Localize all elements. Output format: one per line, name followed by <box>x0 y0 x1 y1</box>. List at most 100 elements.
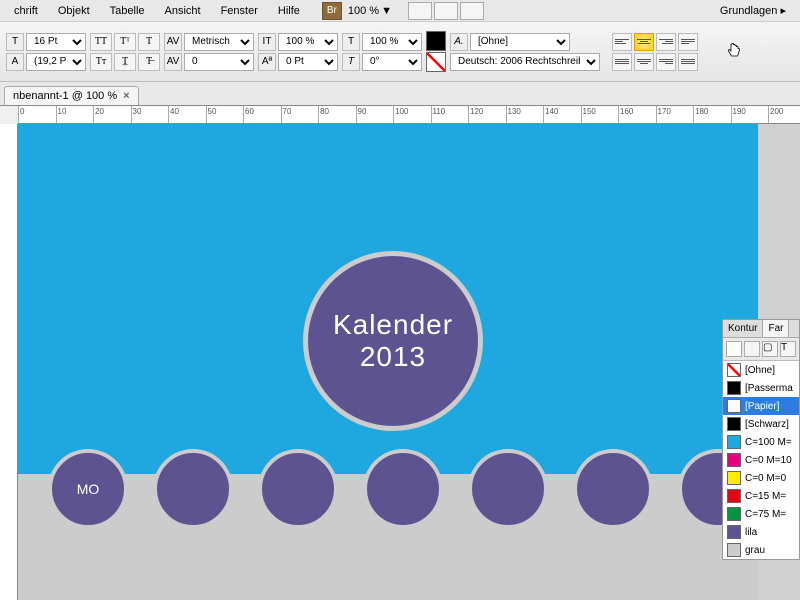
justify-right-button[interactable] <box>656 53 676 71</box>
workspace: Kalender 2013 MO Kontur Far ▢ T [Ohne] [P… <box>0 124 800 600</box>
swatch-label: [Passerma <box>745 383 793 394</box>
swatch-color-icon <box>727 381 741 395</box>
swatch-label: C=15 M= <box>745 491 786 502</box>
swatch-row[interactable]: C=75 M= <box>723 505 799 523</box>
swatch-row[interactable]: [Passerma <box>723 379 799 397</box>
swatch-color-icon <box>727 363 741 377</box>
justify-left-button[interactable] <box>678 33 698 51</box>
swatch-row[interactable]: C=100 M= <box>723 433 799 451</box>
swatch-label: C=0 M=10 <box>745 455 792 466</box>
char-style-select[interactable]: [Ohne] <box>470 33 570 51</box>
document-tab[interactable]: nbenannt-1 @ 100 % × <box>4 86 139 105</box>
kerning-select[interactable]: Metrisch <box>184 33 254 51</box>
justify-all-button[interactable] <box>612 53 632 71</box>
menu-schrift[interactable]: chrift <box>4 2 48 20</box>
language-select[interactable]: Deutsch: 2006 Rechtschreibr <box>450 53 600 71</box>
fill-swatch[interactable] <box>426 31 446 51</box>
panel-object-icon[interactable]: ▢ <box>762 341 778 357</box>
horizontal-ruler[interactable]: 0102030405060708090100110120130140150160… <box>18 106 800 124</box>
canvas[interactable]: Kalender 2013 MO <box>18 124 800 600</box>
small-caps-button[interactable]: Tᵀ <box>114 33 136 51</box>
font-size-icon: T <box>6 33 24 51</box>
all-caps-button[interactable]: TT <box>90 33 112 51</box>
subscript-button[interactable]: Tᴛ <box>90 53 112 71</box>
swatch-color-icon <box>727 507 741 521</box>
menu-fenster[interactable]: Fenster <box>211 2 268 20</box>
font-size-select[interactable]: 16 Pt <box>26 33 86 51</box>
menu-ansicht[interactable]: Ansicht <box>155 2 211 20</box>
swatch-color-icon <box>727 471 741 485</box>
menu-objekt[interactable]: Objekt <box>48 2 100 20</box>
underline-button[interactable]: T̲ <box>114 53 136 71</box>
view-mode-1[interactable] <box>408 2 432 20</box>
swatch-label: grau <box>745 545 765 556</box>
main-circle[interactable]: Kalender 2013 <box>303 251 483 431</box>
hscale-icon: T <box>342 33 360 51</box>
day-circle-6[interactable] <box>573 449 653 529</box>
justify-center-button[interactable] <box>634 53 654 71</box>
leading-select[interactable]: (19,2 Pt) <box>26 53 86 71</box>
swatch-color-icon <box>727 453 741 467</box>
day-circle-3[interactable] <box>258 449 338 529</box>
swatch-row[interactable]: C=0 M=10 <box>723 451 799 469</box>
swatch-row[interactable]: grau <box>723 541 799 559</box>
document-tabs: nbenannt-1 @ 100 % × <box>0 82 800 106</box>
swatch-label: [Papier] <box>745 401 779 412</box>
leading-icon: A <box>6 53 24 71</box>
align-left-button[interactable] <box>612 33 632 51</box>
panel-tab-kontur[interactable]: Kontur <box>723 320 763 337</box>
swatch-label: [Schwarz] <box>745 419 789 430</box>
swatch-color-icon <box>727 417 741 431</box>
swatch-list: [Ohne] [Passerma [Papier] [Schwarz] C=100 M=… <box>723 361 799 559</box>
bridge-button[interactable]: Br <box>322 2 342 20</box>
skew-icon: T <box>342 53 360 71</box>
strike-button[interactable]: T̶ <box>138 53 160 71</box>
workspace-select[interactable]: Grundlagen ▸ <box>710 1 796 20</box>
tracking-select[interactable]: 0 <box>184 53 254 71</box>
tracking-icon: AV <box>164 53 182 71</box>
day-circle-2[interactable] <box>153 449 233 529</box>
stroke-swatch[interactable] <box>426 52 446 72</box>
control-panel: T16 Pt A(19,2 Pt) TT Tᵀ T Tᴛ T̲ T̶ AVMet… <box>0 22 800 82</box>
swatch-color-icon <box>727 399 741 413</box>
menu-hilfe[interactable]: Hilfe <box>268 2 310 20</box>
hscale-select[interactable]: 100 % <box>362 33 422 51</box>
swatch-label: C=0 M=0 <box>745 473 786 484</box>
align-group <box>612 33 698 71</box>
superscript-button[interactable]: T <box>138 33 160 51</box>
swatch-row[interactable]: C=0 M=0 <box>723 469 799 487</box>
panel-tab-farbe[interactable]: Far <box>763 320 789 337</box>
close-tab-icon[interactable]: × <box>123 90 129 102</box>
panel-fill-swatch[interactable] <box>726 341 742 357</box>
view-mode-2[interactable] <box>434 2 458 20</box>
swatch-color-icon <box>727 489 741 503</box>
zoom-select[interactable]: 100 % ▼ <box>342 3 398 19</box>
swatch-label: C=75 M= <box>745 509 786 520</box>
swatch-row[interactable]: [Papier] <box>723 397 799 415</box>
align-center-button[interactable] <box>634 33 654 51</box>
day-circle-mo[interactable]: MO <box>48 449 128 529</box>
artboard: Kalender 2013 MO <box>18 124 758 600</box>
swatch-row[interactable]: [Ohne] <box>723 361 799 379</box>
panel-text-icon[interactable]: T <box>780 341 796 357</box>
swatch-label: [Ohne] <box>745 365 775 376</box>
menu-tabelle[interactable]: Tabelle <box>100 2 155 20</box>
title-line2: 2013 <box>360 341 426 373</box>
vertical-ruler[interactable] <box>0 124 18 600</box>
skew-select[interactable]: 0° <box>362 53 422 71</box>
kerning-icon: AV <box>164 33 182 51</box>
baseline-select[interactable]: 0 Pt <box>278 53 338 71</box>
day-circle-5[interactable] <box>468 449 548 529</box>
day-circle-4[interactable] <box>363 449 443 529</box>
menu-bar: chrift Objekt Tabelle Ansicht Fenster Hi… <box>0 0 800 22</box>
swatches-panel: Kontur Far ▢ T [Ohne] [Passerma [Papier] [S… <box>722 319 800 560</box>
swatch-row[interactable]: C=15 M= <box>723 487 799 505</box>
panel-stroke-swatch[interactable] <box>744 341 760 357</box>
swatch-row[interactable]: [Schwarz] <box>723 415 799 433</box>
justify-full-button[interactable] <box>678 53 698 71</box>
vscale-select[interactable]: 100 % <box>278 33 338 51</box>
align-right-button[interactable] <box>656 33 676 51</box>
swatch-row[interactable]: lila <box>723 523 799 541</box>
view-mode-3[interactable] <box>460 2 484 20</box>
swatch-label: C=100 M= <box>745 437 792 448</box>
